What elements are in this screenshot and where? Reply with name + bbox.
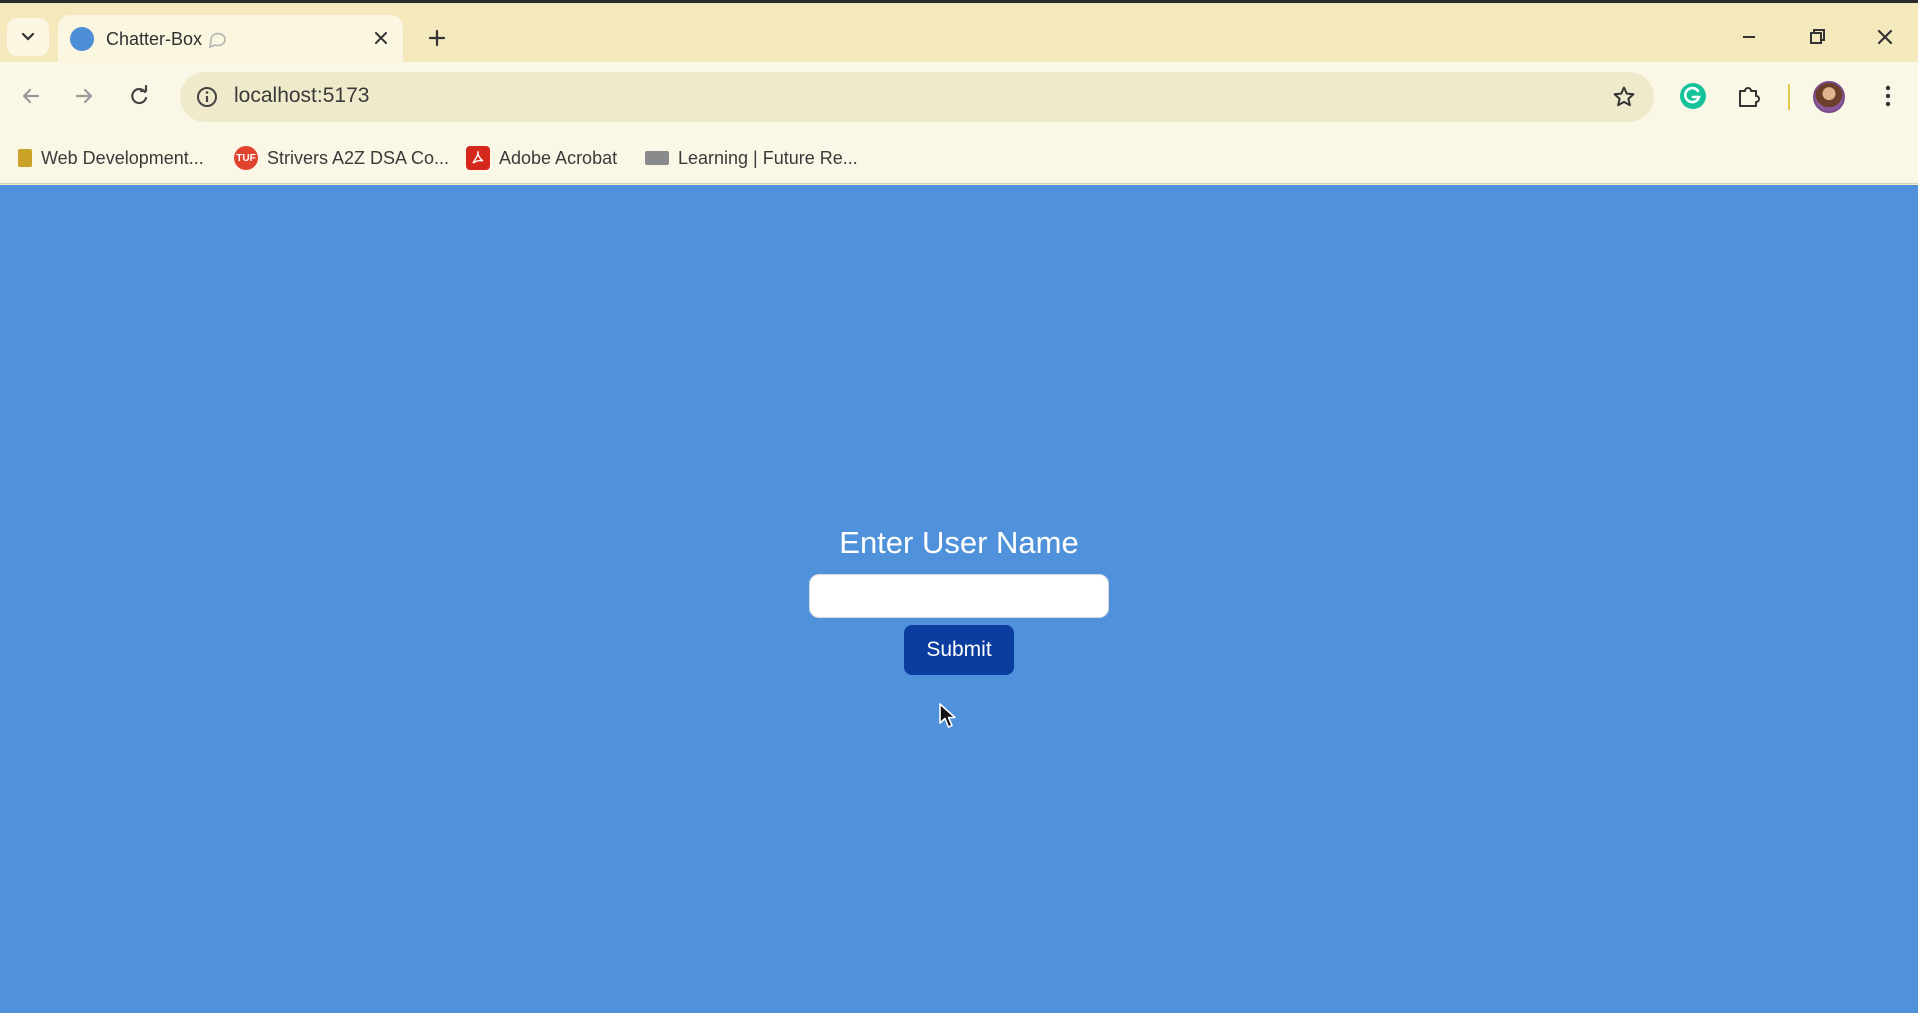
browser-toolbar: localhost:5173: [0, 62, 1918, 132]
arrow-left-icon: [22, 88, 40, 104]
profile-avatar[interactable]: [1813, 81, 1845, 113]
mouse-cursor-icon: [939, 703, 956, 728]
close-window-button[interactable]: [1865, 17, 1905, 57]
browser-menu-button[interactable]: [1868, 76, 1908, 116]
bookmark-label: Adobe Acrobat: [499, 147, 618, 168]
plus-icon: [428, 29, 446, 47]
grammarly-icon: [1680, 83, 1706, 109]
puzzle-icon: [1739, 87, 1760, 107]
restore-button[interactable]: [1797, 17, 1837, 57]
tab-close-button[interactable]: [367, 24, 395, 52]
submit-button[interactable]: Submit: [904, 625, 1014, 675]
bookmark-strivers[interactable]: TUF Strivers A2Z DSA Co...: [234, 144, 449, 172]
grammarly-extension-button[interactable]: [1673, 76, 1713, 116]
tab-title: Chatter-Box: [106, 29, 203, 49]
acrobat-icon: [466, 146, 490, 170]
bookmark-star-button[interactable]: [1608, 81, 1640, 113]
folder-icon: [18, 149, 32, 167]
app-page: Enter User Name Submit: [0, 185, 1918, 1013]
speech-bubble-icon: [209, 32, 226, 49]
minimize-icon: [1743, 36, 1755, 38]
bookmark-label: Web Development...: [41, 147, 204, 168]
new-tab-button[interactable]: [420, 21, 454, 55]
chat-favicon-icon: [70, 27, 94, 51]
bookmark-web-development[interactable]: Web Development...: [18, 144, 204, 172]
address-bar[interactable]: localhost:5173: [180, 72, 1654, 122]
restore-icon: [1810, 29, 1825, 44]
tuf-icon: TUF: [234, 146, 258, 170]
url-text: localhost:5173: [234, 84, 370, 107]
toolbar-separator: [1788, 84, 1790, 110]
bookmarks-bar: Web Development... TUF Strivers A2Z DSA …: [0, 132, 1918, 184]
tab-search-button[interactable]: [7, 18, 49, 56]
page-title: Enter User Name: [839, 525, 1079, 560]
site-info-icon[interactable]: [192, 82, 222, 112]
star-icon: [1613, 86, 1635, 107]
tab-chatter-box[interactable]: Chatter-Box: [58, 15, 403, 65]
back-button[interactable]: [11, 76, 51, 116]
username-input[interactable]: [809, 574, 1109, 618]
forward-button[interactable]: [64, 76, 104, 116]
minimize-button[interactable]: [1729, 17, 1769, 57]
bookmark-label: Learning | Future Re...: [678, 147, 858, 168]
reload-button[interactable]: [119, 76, 159, 116]
arrow-right-icon: [75, 88, 93, 104]
reload-icon: [131, 85, 148, 105]
chevron-down-icon: [21, 32, 35, 41]
bookmark-label: Strivers A2Z DSA Co...: [267, 147, 450, 168]
close-icon: [375, 32, 387, 44]
more-vertical-icon: [1885, 85, 1891, 107]
close-icon: [1877, 29, 1893, 45]
learning-icon: [645, 151, 669, 165]
tab-strip: Chatter-Box: [0, 0, 1918, 65]
bookmark-learning[interactable]: Learning | Future Re...: [645, 144, 858, 172]
extensions-button[interactable]: [1729, 76, 1769, 116]
bookmark-adobe-acrobat[interactable]: Adobe Acrobat: [466, 144, 617, 172]
